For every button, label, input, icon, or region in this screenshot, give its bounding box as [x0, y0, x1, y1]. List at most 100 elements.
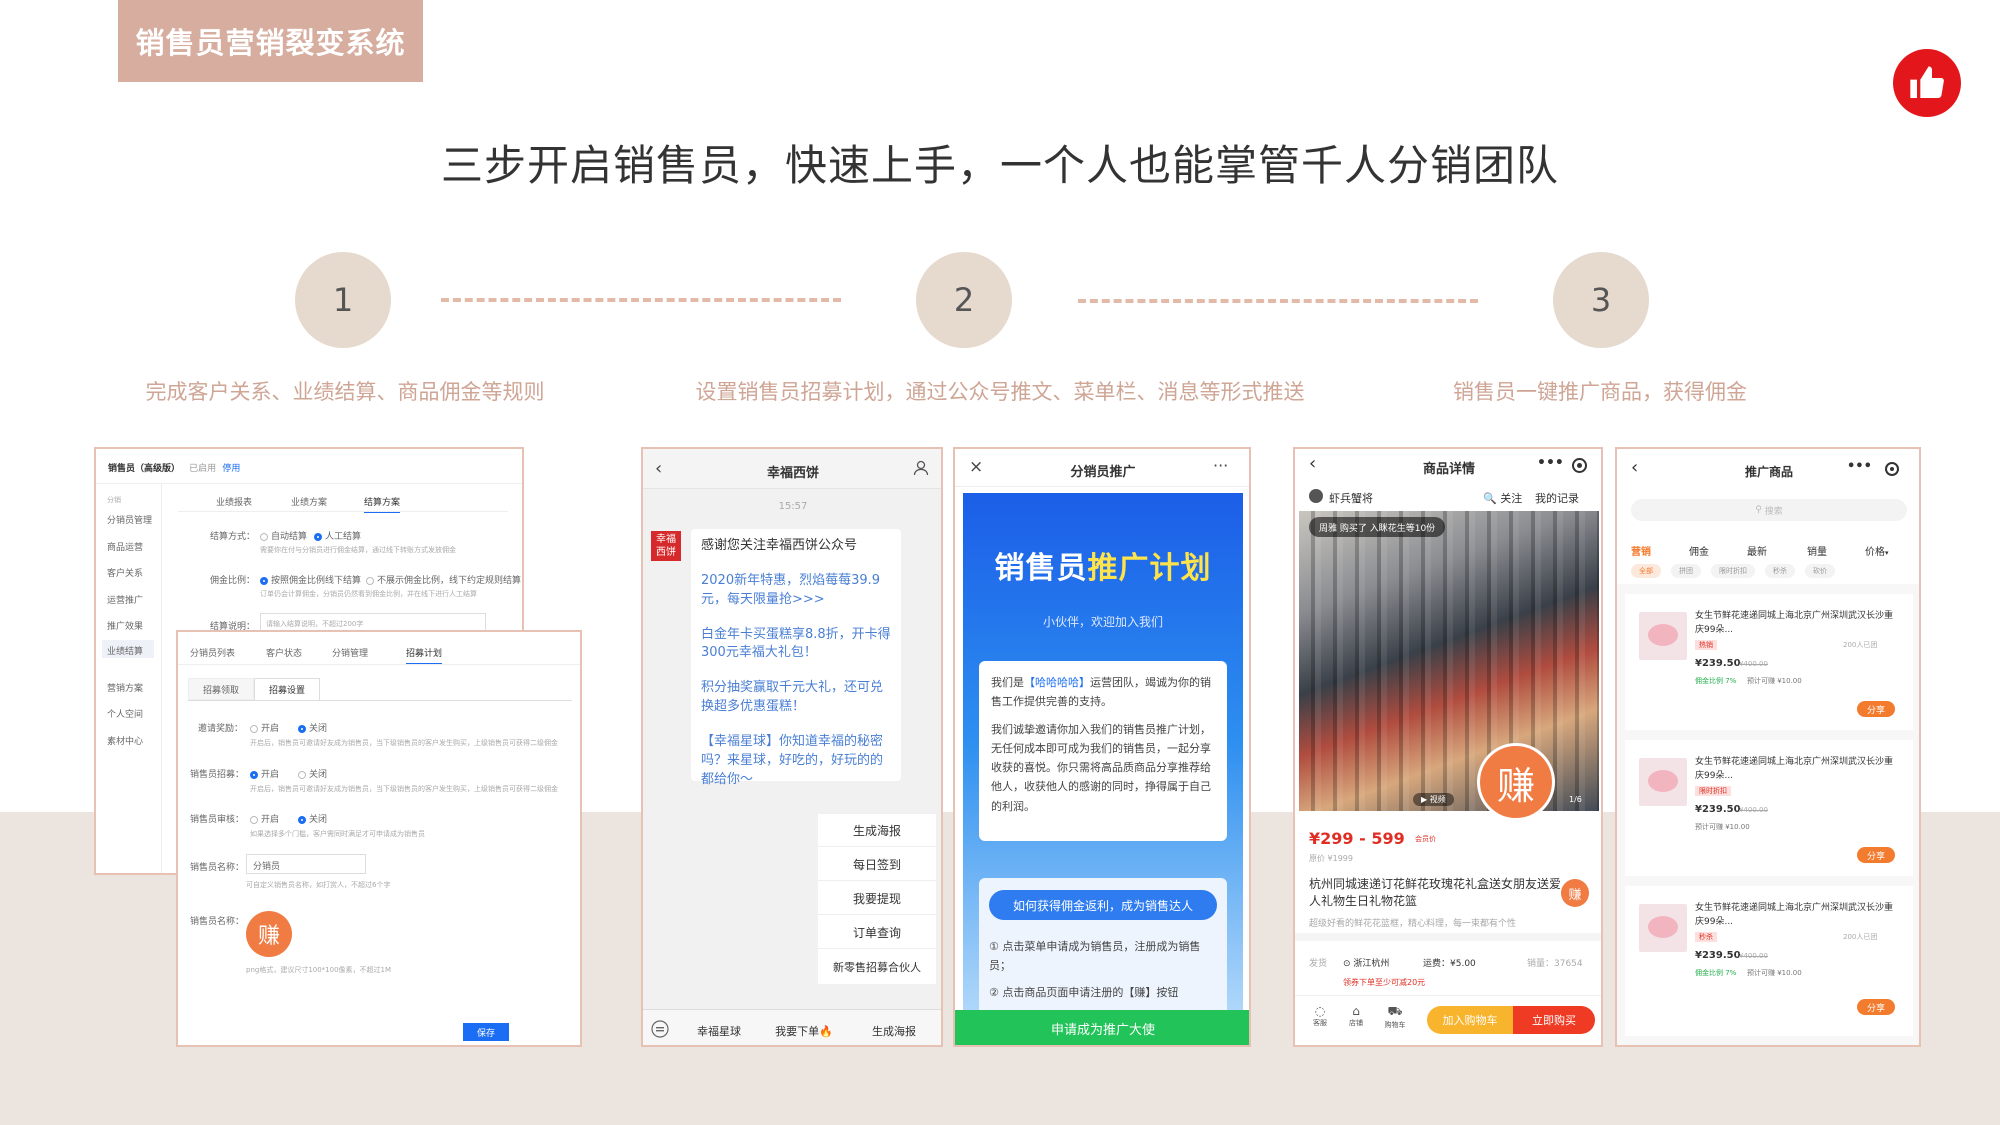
store-icon: ⌂	[1352, 1004, 1360, 1018]
sidebar-item[interactable]: 运营推广	[107, 593, 143, 606]
service-button[interactable]: ◌ 客服	[1307, 1004, 1333, 1028]
recruit-radio-off[interactable]: 关闭	[298, 767, 327, 780]
recruit-page-screen: × 分销员推广 ··· 销售员推广计划 小伙伴，欢迎加入我们 我们是【哈哈哈哈】…	[953, 447, 1251, 1047]
sidebar-item[interactable]: 素材中心	[107, 734, 143, 747]
zhuan-small-icon[interactable]: 赚	[1561, 879, 1589, 907]
invite-radio-off[interactable]: 关闭	[298, 721, 327, 734]
zhuan-button[interactable]: 赚	[1477, 743, 1555, 821]
sidebar-item[interactable]: 分销员管理	[107, 513, 152, 526]
search-input[interactable]: ⚲ 搜索	[1631, 499, 1907, 521]
video-badge[interactable]: ▶ 视频	[1413, 793, 1454, 806]
promo-header: ‹ 推广商品 •••	[1617, 449, 1919, 489]
shop-avatar	[1309, 489, 1323, 503]
review-radio-off[interactable]: 关闭	[298, 812, 327, 825]
sidebar-item[interactable]: 个人空间	[107, 707, 143, 720]
coupon-promo[interactable]: 领券下单至少可减20元	[1343, 977, 1425, 988]
name-hint: 可自定义销售员名称，如打赏人，不超过6个字	[246, 881, 391, 889]
disable-link[interactable]: 停用	[222, 464, 240, 474]
sort-commission[interactable]: 佣金	[1689, 543, 1709, 558]
sidebar-item[interactable]: 商品运营	[107, 540, 143, 553]
radio-manual[interactable]: 人工结算	[314, 529, 361, 542]
filter-bargain[interactable]: 砍价	[1805, 564, 1835, 578]
list-item[interactable]: 女生节鲜花速递同城上海北京广州深圳武汉长沙重庆99朵... 限时折扣 ¥239.…	[1625, 740, 1913, 876]
radio-commission-offline[interactable]: 按照佣金比例线下结算	[260, 573, 361, 586]
menu-item-poster[interactable]: 生成海报	[818, 814, 936, 847]
follow-button[interactable]: 🔍 关注	[1483, 490, 1522, 506]
product-image[interactable]: 周雅 购买了 入眯花生等10份 ▶ 视频 1/6 赚	[1299, 511, 1599, 821]
sort-newest[interactable]: 最新	[1747, 543, 1767, 558]
tab-report[interactable]: 业绩报表	[216, 495, 252, 508]
recruit-radio-on[interactable]: 开启	[250, 767, 279, 780]
chat-link[interactable]: 2020新年特惠，烈焰莓莓39.9元，每天限量抢>>>	[701, 572, 891, 610]
menu-item-orders[interactable]: 订单查询	[818, 916, 936, 949]
apply-button[interactable]: 申请成为推广大使	[955, 1010, 1249, 1045]
radio-auto[interactable]: 自动结算	[260, 529, 307, 542]
product-tag: 秒杀	[1695, 932, 1717, 942]
subtab-recruit-claim[interactable]: 招募领取	[188, 678, 254, 700]
filter-all[interactable]: 全部	[1631, 564, 1661, 578]
ship-label: 发货	[1309, 959, 1328, 969]
invite-radio-on[interactable]: 开启	[250, 721, 279, 734]
bottom-menu-order[interactable]: 我要下单🔥	[763, 1023, 845, 1039]
save-button[interactable]: 保存	[463, 1023, 509, 1041]
target-icon[interactable]	[1572, 458, 1587, 473]
menu-item-withdraw[interactable]: 我要提现	[818, 882, 936, 915]
profile-icon[interactable]	[913, 460, 929, 480]
banner-title: 销售员推广计划	[994, 551, 1212, 586]
zhuan-logo[interactable]: 赚	[246, 911, 292, 957]
chat-link[interactable]: 积分抽奖赢取千元大礼，还可兑换超多优惠蛋糕！	[701, 679, 891, 717]
name-input[interactable]: 分销员	[246, 854, 366, 874]
sidebar-item[interactable]: 客户关系	[107, 566, 143, 579]
add-to-cart-button[interactable]: 加入购物车	[1427, 1006, 1513, 1034]
more-icon[interactable]: •••	[1537, 455, 1564, 471]
menu-item-partner[interactable]: 新零售招募合伙人	[818, 950, 936, 983]
filter-flash[interactable]: 限时折扣	[1711, 564, 1755, 578]
bottom-menu-poster[interactable]: 生成海报	[851, 1023, 937, 1039]
shop-name[interactable]: 虾兵蟹将	[1329, 490, 1373, 506]
tab-client-status[interactable]: 客户状态	[266, 646, 302, 659]
share-button[interactable]: 分享	[1857, 999, 1895, 1015]
subtab-recruit-settings[interactable]: 招募设置	[254, 678, 320, 700]
sort-marketing[interactable]: 营销	[1631, 543, 1651, 558]
list-item[interactable]: 女生节鲜花速递同城上海北京广州深圳武汉长沙重庆99朵... 热销 200人已团 …	[1625, 594, 1913, 730]
bottom-menu-planet[interactable]: 幸福星球	[679, 1023, 759, 1039]
share-button[interactable]: 分享	[1857, 847, 1895, 863]
sidebar-item[interactable]: 营销方案	[107, 681, 143, 694]
tab-distribution-mgmt[interactable]: 分销管理	[332, 646, 368, 659]
team-link[interactable]: 【哈哈哈哈】	[1024, 676, 1090, 689]
recruit-banner: 销售员推广计划 小伙伴，欢迎加入我们 我们是【哈哈哈哈】运营团队，竭诚为你的销售…	[963, 493, 1243, 1045]
review-radio-on[interactable]: 开启	[250, 812, 279, 825]
chat-bottom-menu: 幸福星球 我要下单🔥 生成海报	[643, 1009, 941, 1045]
filter-seckill[interactable]: 秒杀	[1765, 564, 1795, 578]
radio-commission-hidden[interactable]: 不展示佣金比例，线下约定规则结算	[366, 573, 521, 586]
shop-avatar[interactable]: 幸福西饼	[651, 531, 681, 561]
chat-link[interactable]: 白金年卡买蛋糕享8.8折，开卡得300元幸福大礼包！	[701, 626, 891, 664]
step-1-caption: 完成客户关系、业绩结算、商品佣金等规则	[145, 380, 545, 404]
filter-group[interactable]: 拼团	[1671, 564, 1701, 578]
my-records-link[interactable]: 我的记录	[1535, 490, 1579, 506]
product-thumb	[1639, 612, 1687, 660]
keyboard-icon[interactable]	[651, 1020, 669, 1042]
tab-plan[interactable]: 业绩方案	[291, 495, 327, 508]
target-icon[interactable]	[1885, 462, 1899, 476]
tab-distributor-list[interactable]: 分销员列表	[190, 646, 235, 659]
cart-button[interactable]: ⛟ 购物车	[1381, 1004, 1409, 1030]
sidebar-item[interactable]: 推广效果	[107, 619, 143, 632]
sort-price[interactable]: 价格▾	[1865, 543, 1889, 558]
tab-recruit-plan[interactable]: 招募计划	[406, 646, 443, 665]
chat-link[interactable]: 【幸福星球】你知道幸福的秘密吗？来星球，好吃的，好玩的的都给你～	[701, 733, 891, 790]
list-item[interactable]: 女生节鲜花速递同城上海北京广州深圳武汉长沙重庆99朵... 秒杀 200人已团 …	[1625, 886, 1913, 1036]
share-button[interactable]: 分享	[1857, 701, 1895, 717]
store-button[interactable]: ⌂ 店铺	[1343, 1004, 1369, 1028]
product-desc: 超级好看的鲜花花篮框，精心料理，每一束都有个性	[1309, 919, 1517, 929]
estimated-earn: 预计可赚 ¥10.00	[1747, 969, 1802, 977]
menu-item-checkin[interactable]: 每日签到	[818, 848, 936, 881]
sort-sales[interactable]: 销量	[1807, 543, 1827, 558]
buy-now-button[interactable]: 立即购买	[1513, 1006, 1595, 1034]
search-icon: 🔍	[1483, 492, 1497, 505]
sidebar-item-active[interactable]: 业绩结算	[102, 640, 154, 658]
more-icon[interactable]: •••	[1847, 459, 1872, 474]
more-icon[interactable]: ···	[1213, 456, 1228, 475]
chat-time: 15:57	[778, 501, 808, 512]
howto-pill: 如何获得佣金返利，成为销售达人	[989, 890, 1217, 920]
